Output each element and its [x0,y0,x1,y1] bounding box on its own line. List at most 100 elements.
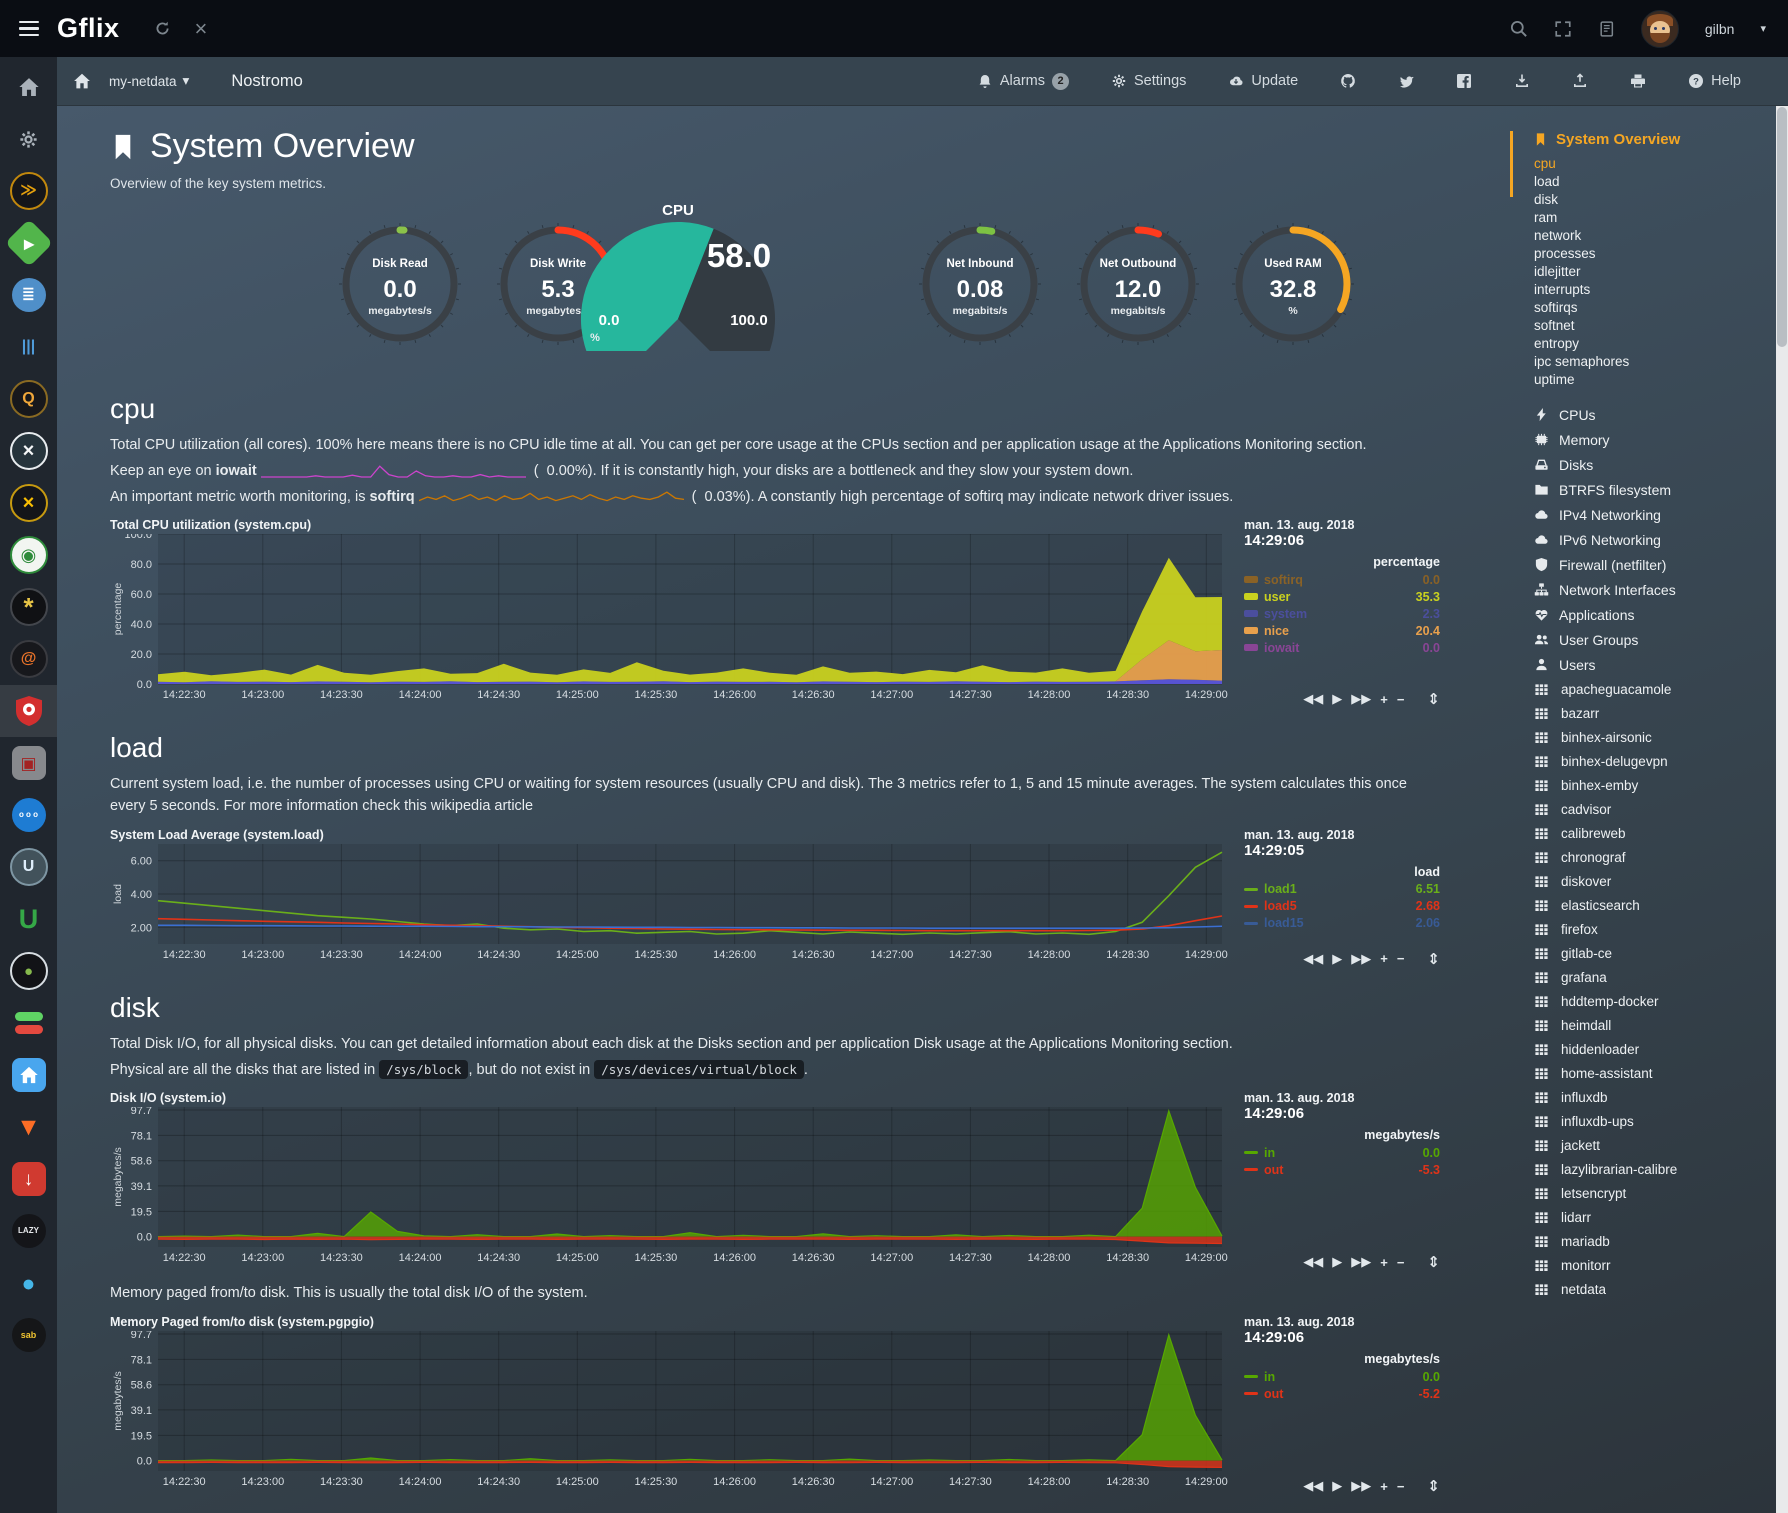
menu-item-entropy[interactable]: entropy [1510,334,1788,352]
chart-control-forward[interactable]: ▶▶ [1351,951,1371,967]
menu-app-chronograf[interactable]: chronograf [1510,845,1788,869]
gauge-disk-read[interactable]: Disk Read0.0megabytes/s [337,221,463,347]
chart-control-play[interactable]: ▶ [1332,1254,1342,1270]
menu-item-uptime[interactable]: uptime [1510,370,1788,388]
menu-app-letsencrypt[interactable]: letsencrypt [1510,1181,1788,1205]
rail-item-airsonic[interactable]: ||| [0,321,57,373]
chart-resize-handle[interactable]: ⇕ [1427,950,1440,968]
menu-app-elasticsearch[interactable]: elasticsearch [1510,893,1788,917]
host-dropdown[interactable]: my-netdata▾ [109,73,189,89]
menu-app-binhex-emby[interactable]: binhex-emby [1510,773,1788,797]
nav-help[interactable]: ?Help [1667,73,1762,89]
rail-item-jackett[interactable]: Q [0,373,57,425]
menu-app-calibreweb[interactable]: calibreweb [1510,821,1788,845]
menu-app-firefox[interactable]: firefox [1510,917,1788,941]
menu-item-processes[interactable]: processes [1510,244,1788,262]
legend-load-load1[interactable]: load16.51 [1244,881,1440,898]
chart-control-backward[interactable]: ◀◀ [1303,951,1323,967]
close-tab-icon[interactable]: × [195,18,208,40]
nav-facebook[interactable] [1435,73,1493,89]
rail-item-plex[interactable]: ≫ [0,165,57,217]
menu-app-gitlab-ce[interactable]: gitlab-ce [1510,941,1788,965]
legend-memory-in[interactable]: in0.0 [1244,1368,1440,1385]
rail-item-matcha-app[interactable]: ● [0,945,57,997]
rail-item-cubes-app[interactable]: ▣ [0,737,57,789]
chart-control-zoom-out[interactable]: − [1397,1255,1405,1270]
rail-item-tautulli[interactable]: × [0,477,57,529]
chart-control-zoom-out[interactable]: − [1397,692,1405,707]
menu-app-cadvisor[interactable]: cadvisor [1510,797,1788,821]
legend-cpu-system[interactable]: system2.3 [1244,605,1440,622]
menu-item-ipc-semaphores[interactable]: ipc semaphores [1510,352,1788,370]
rail-item-home[interactable] [0,61,57,113]
rail-item-swirl-app[interactable]: @ [0,633,57,685]
menu-section-user-groups[interactable]: User Groups [1510,627,1788,652]
chart-disk[interactable]: Disk I/O (system.io)97.778.158.639.119.5… [110,1091,1512,1269]
chart-control-zoom-in[interactable]: + [1380,692,1388,707]
legend-disk-out[interactable]: out-5.3 [1244,1161,1440,1178]
chart-control-zoom-in[interactable]: + [1380,1255,1388,1270]
gauge-used-ram[interactable]: Used RAM32.8% [1230,221,1356,347]
legend-cpu-nice[interactable]: nice20.4 [1244,622,1440,639]
chart-resize-handle[interactable]: ⇕ [1427,1477,1440,1495]
search-icon[interactable] [1509,19,1528,38]
chart-load[interactable]: System Load Average (system.load)6.004.0… [110,828,1512,966]
rail-item-green-media-app[interactable]: ◉ [0,529,57,581]
menu-app-bazarr[interactable]: bazarr [1510,701,1788,725]
menu-item-interrupts[interactable]: interrupts [1510,280,1788,298]
nav-github[interactable] [1319,73,1377,89]
menu-app-monitorr[interactable]: monitorr [1510,1253,1788,1277]
rail-item-downloader-app[interactable]: ↓ [0,1153,57,1205]
nav-update[interactable]: Update [1207,73,1319,89]
chart-control-zoom-out[interactable]: − [1397,1479,1405,1494]
menu-section-firewall-netfilter-[interactable]: Firewall (netfilter) [1510,552,1788,577]
fullscreen-icon[interactable] [1554,20,1572,38]
menu-item-softnet[interactable]: softnet [1510,316,1788,334]
menu-section-disks[interactable]: Disks [1510,452,1788,477]
chart-resize-handle[interactable]: ⇕ [1427,1253,1440,1271]
avatar[interactable] [1641,10,1679,48]
menu-item-load[interactable]: load [1510,172,1788,190]
chart-control-play[interactable]: ▶ [1332,951,1342,967]
chart-control-forward[interactable]: ▶▶ [1351,1478,1371,1494]
chart-control-forward[interactable]: ▶▶ [1351,691,1371,707]
menu-section-btrfs-filesystem[interactable]: BTRFS filesystem [1510,477,1788,502]
menu-section-cpus[interactable]: CPUs [1510,402,1788,427]
menu-app-grafana[interactable]: grafana [1510,965,1788,989]
scrollbar-thumb[interactable] [1777,107,1787,347]
menu-section-ipv6-networking[interactable]: IPv6 Networking [1510,527,1788,552]
menu-app-influxdb[interactable]: influxdb [1510,1085,1788,1109]
chart-control-play[interactable]: ▶ [1332,1478,1342,1494]
legend-cpu-iowait[interactable]: iowait0.0 [1244,639,1440,656]
rail-item-ubooquity[interactable]: U [0,893,57,945]
chart-control-zoom-in[interactable]: + [1380,1479,1388,1494]
chart-control-play[interactable]: ▶ [1332,691,1342,707]
menu-app-influxdb-ups[interactable]: influxdb-ups [1510,1109,1788,1133]
nav-alarms[interactable]: Alarms2 [956,73,1090,90]
legend-cpu-user[interactable]: user35.3 [1244,588,1440,605]
nav-print[interactable] [1609,73,1667,89]
rail-item-emby[interactable]: ▶ [0,217,57,269]
username[interactable]: gilbn [1705,21,1735,37]
gauge-cpu[interactable]: CPU58.00.0100.0% [543,199,813,351]
menu-section-memory[interactable]: Memory [1510,427,1788,452]
chart-control-backward[interactable]: ◀◀ [1303,1254,1323,1270]
rail-item-hydra-graph-app[interactable]: * [0,581,57,633]
gauge-net-inbound[interactable]: Net Inbound0.08megabits/s [917,221,1043,347]
menu-item-disk[interactable]: disk [1510,190,1788,208]
menu-system-overview[interactable]: System Overview [1510,131,1788,148]
legend-cpu-softirq[interactable]: softirq0.0 [1244,571,1440,588]
chart-cpu[interactable]: Total CPU utilization (system.cpu)100.08… [110,518,1512,706]
chart-control-forward[interactable]: ▶▶ [1351,1254,1371,1270]
menu-app-home-assistant[interactable]: home-assistant [1510,1061,1788,1085]
rail-item-unifi[interactable]: U [0,841,57,893]
nav-import[interactable] [1551,73,1609,89]
rail-item-netdata-active-tab[interactable] [0,685,57,737]
nav-export[interactable] [1493,73,1551,89]
chart-control-backward[interactable]: ◀◀ [1303,691,1323,707]
rail-item-settings[interactable] [0,113,57,165]
rail-item-monitorr[interactable] [0,997,57,1049]
menu-section-network-interfaces[interactable]: Network Interfaces [1510,577,1788,602]
chart-control-zoom-out[interactable]: − [1397,951,1405,966]
chart-memory[interactable]: Memory Paged from/to disk (system.pgpgio… [110,1315,1512,1493]
